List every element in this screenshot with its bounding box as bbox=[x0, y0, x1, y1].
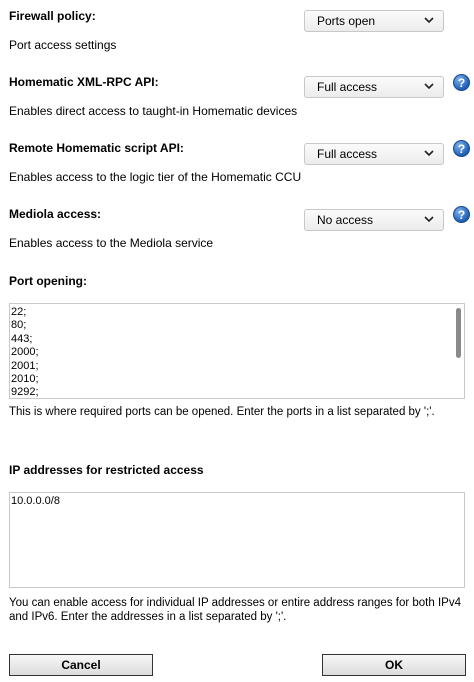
ip-line: 10.0.0.0/8 bbox=[11, 495, 60, 507]
chevron-down-icon bbox=[424, 150, 434, 157]
mediola-access-value: No access bbox=[317, 213, 374, 227]
mediola-access-label: Mediola access: bbox=[9, 207, 102, 221]
port-line: 443; bbox=[11, 332, 33, 345]
scrollbar-thumb[interactable] bbox=[456, 308, 461, 358]
chevron-down-icon bbox=[424, 17, 434, 24]
ip-addresses-textarea[interactable]: 10.0.0.0/8 bbox=[9, 492, 465, 588]
port-line: 2001; bbox=[11, 359, 39, 372]
port-line: 22; bbox=[11, 306, 27, 318]
ok-button[interactable]: OK bbox=[322, 654, 466, 676]
script-api-description: Enables access to the logic tier of the … bbox=[9, 170, 302, 184]
port-line: 9292; bbox=[11, 386, 39, 399]
help-icon[interactable]: ? bbox=[453, 74, 470, 91]
port-opening-hint: This is where required ports can be open… bbox=[9, 406, 435, 418]
ip-hint-line-2: and IPv6. Enter the addresses in a list … bbox=[9, 611, 287, 623]
ip-restricted-label: IP addresses for restricted access bbox=[9, 463, 204, 477]
port-line: 2010; bbox=[11, 373, 39, 386]
xmlrpc-api-label: Homematic XML-RPC API: bbox=[9, 75, 159, 89]
xmlrpc-api-description: Enables direct access to taught-in Homem… bbox=[9, 104, 298, 118]
ip-hint-line-1: You can enable access for individual IP … bbox=[9, 597, 461, 609]
script-api-label: Remote Homematic script API: bbox=[9, 141, 184, 155]
chevron-down-icon bbox=[424, 83, 434, 90]
port-line: 2000; bbox=[11, 346, 39, 359]
script-api-select[interactable]: Full access bbox=[304, 143, 444, 165]
firewall-policy-select[interactable]: Ports open bbox=[304, 10, 444, 32]
port-opening-label: Port opening: bbox=[9, 274, 87, 288]
port-line: 80; bbox=[11, 319, 27, 332]
mediola-access-select[interactable]: No access bbox=[304, 209, 444, 231]
cancel-button[interactable]: Cancel bbox=[9, 654, 153, 676]
port-opening-textarea[interactable]: 22; 80; 443; 2000; 2001; 2010; 9292; bbox=[9, 303, 465, 399]
firewall-policy-value: Ports open bbox=[317, 14, 376, 28]
chevron-down-icon bbox=[424, 216, 434, 223]
xmlrpc-api-select[interactable]: Full access bbox=[304, 76, 444, 98]
mediola-access-description: Enables access to the Mediola service bbox=[9, 236, 214, 250]
help-icon[interactable]: ? bbox=[453, 206, 470, 223]
xmlrpc-api-value: Full access bbox=[317, 80, 378, 94]
firewall-policy-description: Port access settings bbox=[9, 38, 117, 52]
help-icon[interactable]: ? bbox=[453, 140, 470, 157]
script-api-value: Full access bbox=[317, 147, 378, 161]
firewall-policy-label: Firewall policy: bbox=[9, 9, 96, 23]
